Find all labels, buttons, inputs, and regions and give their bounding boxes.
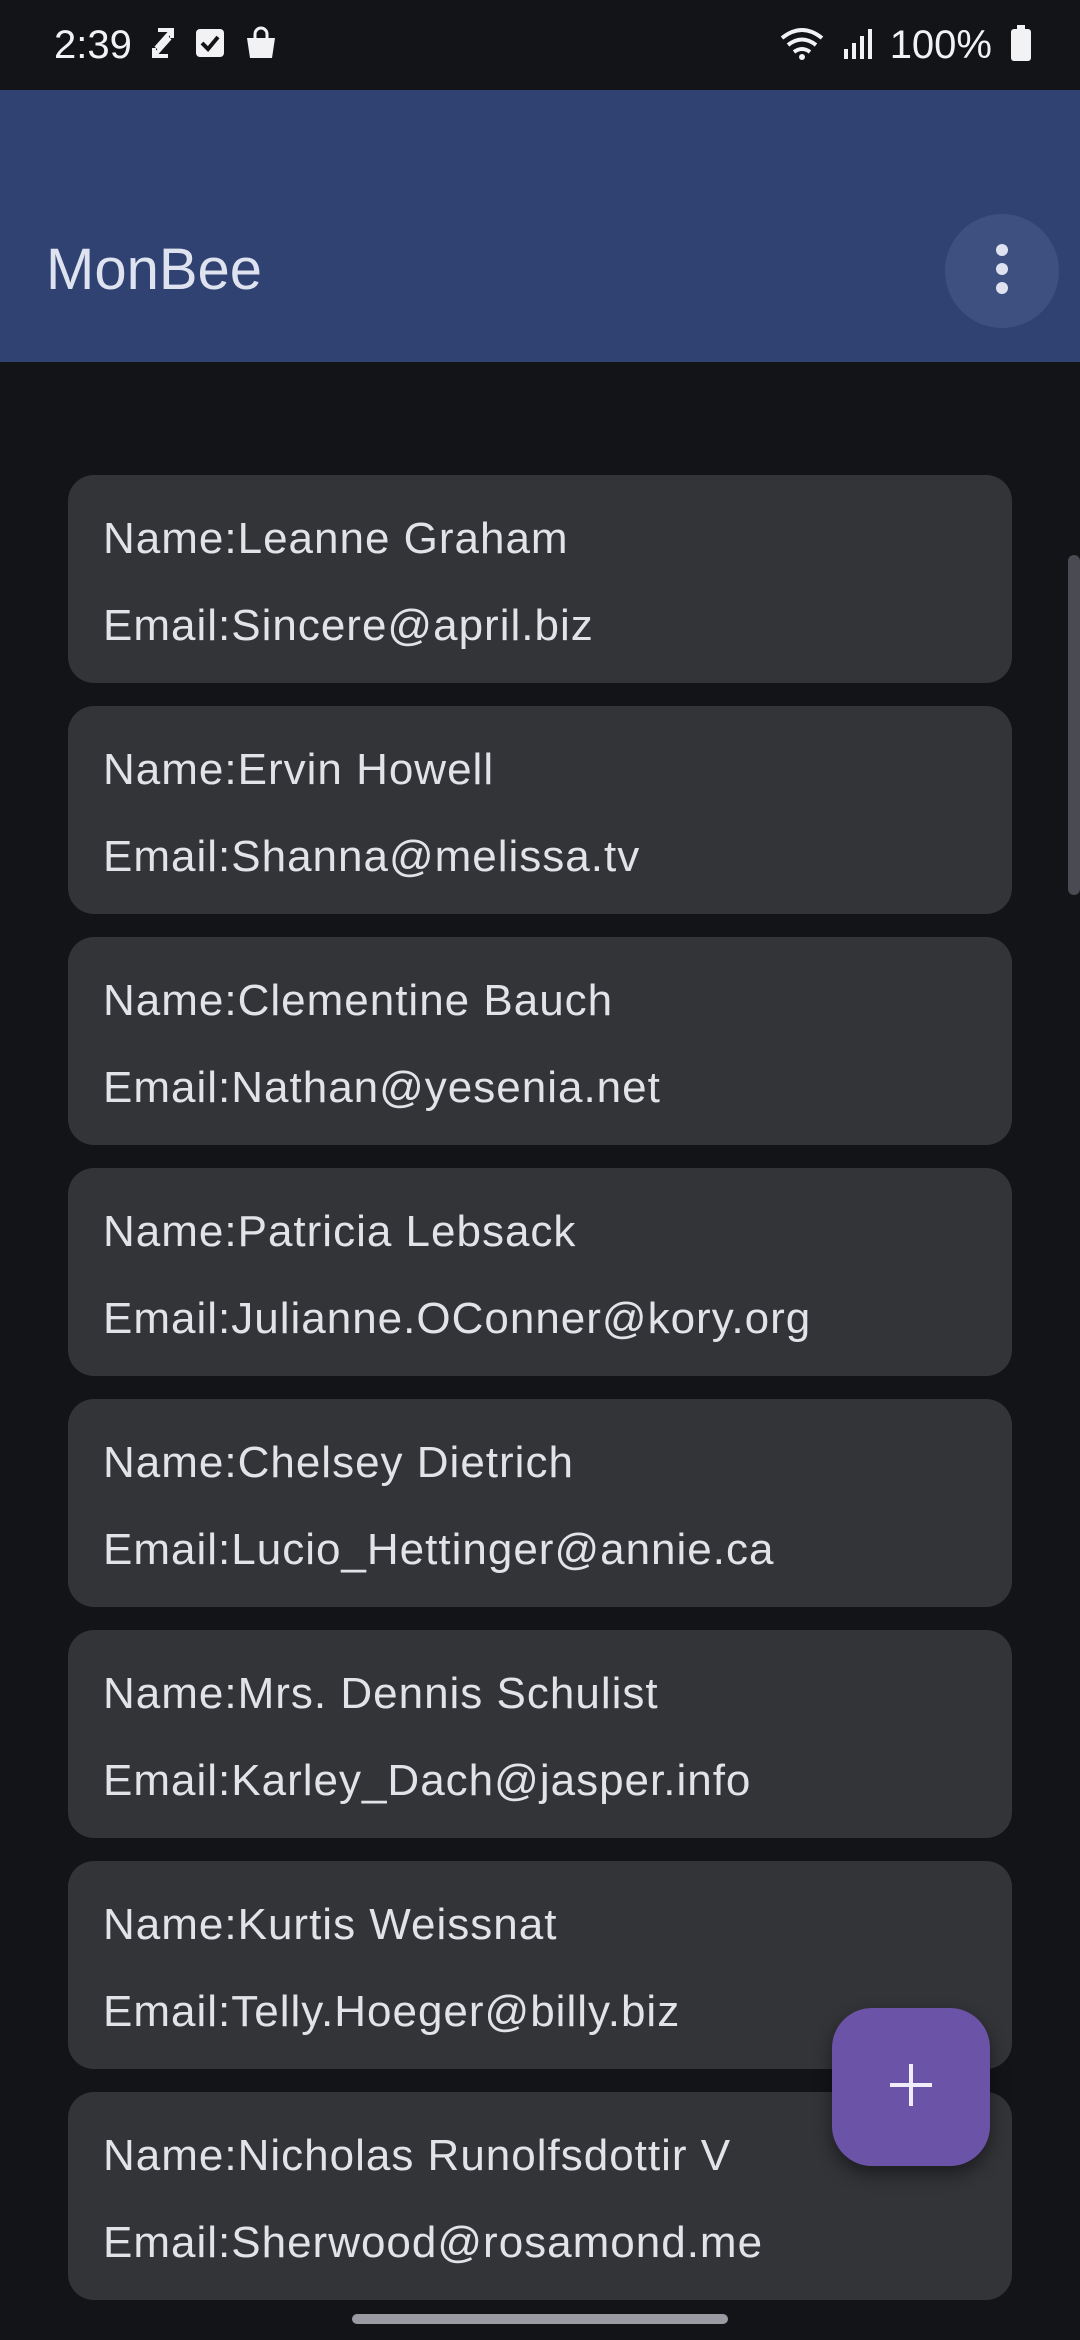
user-card[interactable]: Name:Chelsey Dietrich Email:Lucio_Hettin… — [68, 1399, 1012, 1607]
user-card[interactable]: Name:Ervin Howell Email:Shanna@melissa.t… — [68, 706, 1012, 914]
app-bar: MonBee — [0, 90, 1080, 362]
status-left: 2:39 — [54, 23, 278, 68]
shopping-bag-icon — [244, 26, 278, 65]
user-card[interactable]: Name:Patricia Lebsack Email:Julianne.OCo… — [68, 1168, 1012, 1376]
user-email: Email:Karley_Dach@jasper.info — [103, 1756, 752, 1805]
user-name: Name:Mrs. Dennis Schulist — [103, 1669, 659, 1718]
sync-icon — [150, 26, 176, 65]
battery-percentage: 100% — [889, 22, 992, 67]
user-email: Email:Lucio_Hettinger@annie.ca — [103, 1525, 775, 1574]
user-card[interactable]: Name:Mrs. Dennis Schulist Email:Karley_D… — [68, 1630, 1012, 1838]
user-name: Name:Ervin Howell — [103, 745, 495, 794]
user-name: Name:Leanne Graham — [103, 514, 569, 563]
signal-icon — [842, 27, 872, 64]
user-email: Email:Julianne.OConner@kory.org — [103, 1294, 812, 1343]
user-email: Email:Shanna@melissa.tv — [103, 832, 641, 881]
battery-icon — [1010, 24, 1032, 66]
user-name: Name:Chelsey Dietrich — [103, 1438, 574, 1487]
user-card[interactable]: Name:Clementine Bauch Email:Nathan@yesen… — [68, 937, 1012, 1145]
overflow-menu-button[interactable] — [945, 214, 1059, 328]
user-email: Email:Sincere@april.biz — [103, 601, 594, 650]
app-title: MonBee — [46, 237, 263, 302]
checkbox-icon — [194, 27, 226, 64]
user-name: Name:Clementine Bauch — [103, 976, 614, 1025]
more-vert-icon — [992, 243, 1012, 300]
add-user-fab[interactable] — [832, 2008, 990, 2166]
scrollbar[interactable] — [1068, 555, 1080, 895]
status-time: 2:39 — [54, 22, 132, 67]
user-name: Name:Patricia Lebsack — [103, 1207, 577, 1256]
user-email: Email:Sherwood@rosamond.me — [103, 2218, 764, 2267]
status-bar: 2:39 100% — [0, 0, 1080, 90]
wifi-icon — [780, 26, 824, 65]
status-right: 100% — [780, 23, 1032, 68]
home-indicator[interactable] — [352, 2314, 728, 2324]
user-card[interactable]: Name:Leanne Graham Email:Sincere@april.b… — [68, 475, 1012, 683]
plus-icon — [888, 2062, 934, 2113]
user-name: Name:Kurtis Weissnat — [103, 1900, 558, 1949]
user-email: Email:Nathan@yesenia.net — [103, 1063, 661, 1112]
